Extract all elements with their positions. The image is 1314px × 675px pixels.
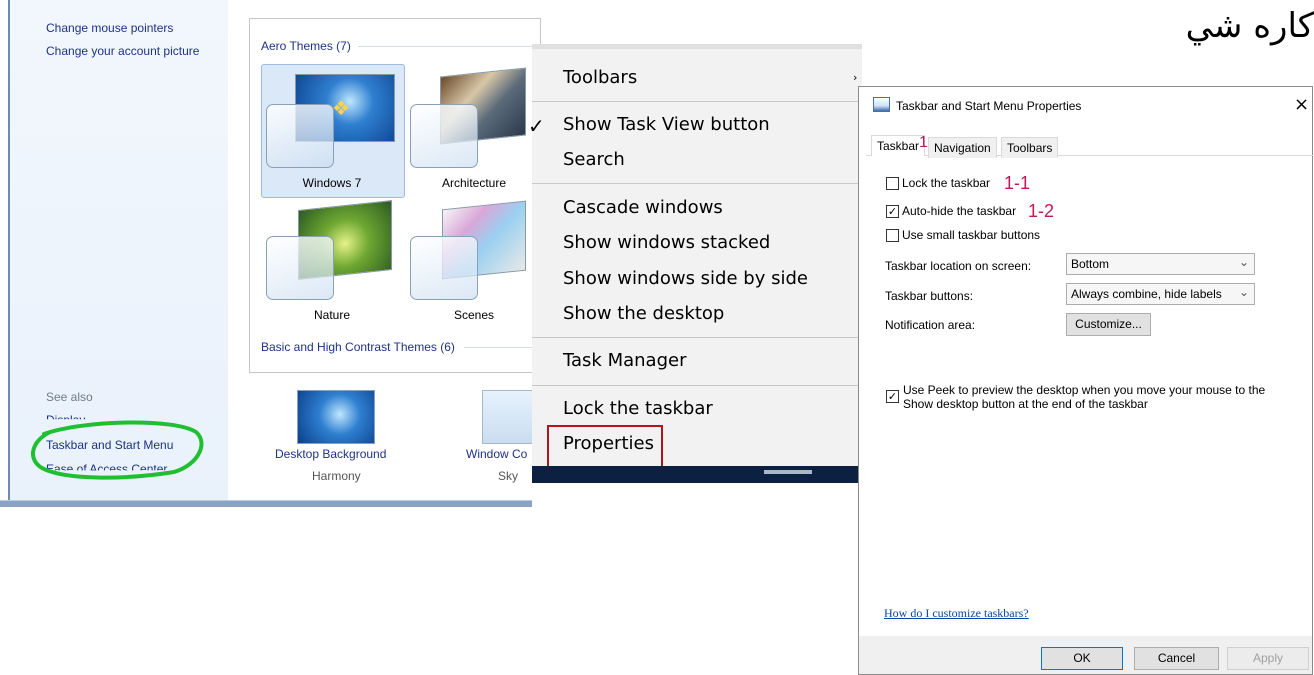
menu-item-show-desktop[interactable]: Show the desktop bbox=[563, 303, 724, 324]
window-color-link[interactable]: Window Co bbox=[466, 447, 532, 461]
change-account-picture-link[interactable]: Change your account picture bbox=[46, 44, 199, 58]
location-select[interactable]: Bottom ⌄ bbox=[1066, 253, 1255, 275]
menu-item-cascade[interactable]: Cascade windows bbox=[563, 197, 723, 218]
dialog-title: Taskbar and Start Menu Properties bbox=[896, 99, 1082, 113]
apply-button[interactable]: Apply bbox=[1227, 647, 1309, 670]
taskbar-properties-dialog bbox=[858, 86, 1313, 675]
properties-highlight-box bbox=[547, 425, 663, 469]
location-value: Bottom bbox=[1071, 257, 1110, 271]
theme-glass-overlay bbox=[266, 236, 334, 300]
taskbar-button bbox=[764, 470, 812, 474]
taskbar-strip bbox=[532, 466, 862, 483]
theme-name-nature[interactable]: Nature bbox=[272, 308, 392, 322]
lock-taskbar-label[interactable]: Lock the taskbar bbox=[902, 176, 990, 190]
theme-glass-overlay bbox=[266, 104, 334, 168]
menu-item-side-by-side[interactable]: Show windows side by side bbox=[563, 268, 808, 289]
see-also-heading: See also bbox=[46, 390, 93, 404]
desktop-background-icon[interactable] bbox=[297, 390, 375, 444]
window-bottom-border bbox=[0, 500, 532, 507]
small-buttons-label[interactable]: Use small taskbar buttons bbox=[902, 228, 1040, 242]
lock-taskbar-checkbox[interactable] bbox=[886, 177, 899, 190]
menu-item-toolbars[interactable]: Toolbars bbox=[563, 67, 637, 88]
taskbar-properties-icon bbox=[873, 97, 890, 112]
menu-item-lock-taskbar[interactable]: Lock the taskbar bbox=[563, 398, 713, 419]
taskbar-buttons-value: Always combine, hide labels bbox=[1071, 287, 1222, 301]
change-mouse-pointers-link[interactable]: Change mouse pointers bbox=[46, 21, 173, 35]
submenu-arrow-icon: › bbox=[853, 71, 858, 84]
buttons-label: Taskbar buttons: bbox=[885, 289, 974, 303]
menu-item-task-view[interactable]: Show Task View button bbox=[563, 114, 770, 135]
annotation-1-2: 1-2 bbox=[1028, 201, 1055, 221]
windows-logo-icon: ❖ bbox=[332, 96, 350, 120]
cancel-button[interactable]: Cancel bbox=[1134, 647, 1219, 670]
window-color-icon[interactable] bbox=[482, 390, 533, 444]
menu-item-search[interactable]: Search bbox=[563, 149, 625, 170]
auto-hide-checkbox[interactable]: ✓ bbox=[886, 205, 899, 218]
menu-separator bbox=[532, 183, 862, 184]
divider bbox=[358, 46, 538, 47]
green-highlight-marker bbox=[31, 420, 204, 480]
divider bbox=[464, 347, 538, 348]
peek-checkbox[interactable]: ✓ bbox=[886, 390, 899, 403]
tab-taskbar[interactable]: Taskbar bbox=[871, 135, 926, 156]
auto-hide-label[interactable]: Auto-hide the taskbar bbox=[902, 204, 1016, 218]
arabic-caption: كاره شي bbox=[1185, 6, 1314, 46]
tab-toolbars[interactable]: Toolbars bbox=[1001, 137, 1059, 158]
menu-item-task-manager[interactable]: Task Manager bbox=[563, 350, 686, 371]
theme-name-scenes[interactable]: Scenes bbox=[414, 308, 534, 322]
aero-themes-header: Aero Themes (7) bbox=[261, 39, 351, 53]
theme-name-windows7[interactable]: Windows 7 bbox=[272, 176, 392, 190]
ok-button[interactable]: OK bbox=[1041, 647, 1123, 670]
location-label: Taskbar location on screen: bbox=[885, 259, 1032, 273]
taskbar-buttons-select[interactable]: Always combine, hide labels ⌄ bbox=[1066, 283, 1255, 305]
notification-label: Notification area: bbox=[885, 318, 976, 332]
menu-separator bbox=[532, 101, 862, 102]
annotation-1-1: 1-1 bbox=[1004, 173, 1031, 193]
chevron-down-icon: ⌄ bbox=[1238, 255, 1249, 269]
tab-navigation[interactable]: Navigation bbox=[928, 137, 997, 158]
menu-item-stacked[interactable]: Show windows stacked bbox=[563, 232, 770, 253]
theme-name-architecture[interactable]: Architecture bbox=[414, 176, 534, 190]
theme-glass-overlay bbox=[410, 104, 478, 168]
menu-top-edge bbox=[532, 44, 862, 49]
help-link[interactable]: How do I customize taskbars? bbox=[884, 606, 1029, 621]
checkmark-icon: ✓ bbox=[528, 114, 545, 138]
annotation-1: 1 bbox=[919, 134, 928, 151]
menu-separator bbox=[532, 337, 862, 338]
chevron-down-icon: ⌄ bbox=[1238, 285, 1249, 299]
theme-glass-overlay bbox=[410, 236, 478, 300]
close-icon[interactable]: × bbox=[1294, 94, 1309, 115]
peek-label-line2[interactable]: Show desktop button at the end of the ta… bbox=[903, 397, 1148, 411]
basic-themes-header: Basic and High Contrast Themes (6) bbox=[261, 340, 455, 354]
customize-button[interactable]: Customize... bbox=[1066, 313, 1151, 336]
peek-label-line1[interactable]: Use Peek to preview the desktop when you… bbox=[903, 383, 1265, 397]
window-color-value: Sky bbox=[498, 469, 519, 483]
menu-separator bbox=[532, 385, 862, 386]
desktop-background-value: Harmony bbox=[312, 469, 361, 483]
desktop-background-link[interactable]: Desktop Background bbox=[275, 447, 386, 461]
small-buttons-checkbox[interactable] bbox=[886, 229, 899, 242]
